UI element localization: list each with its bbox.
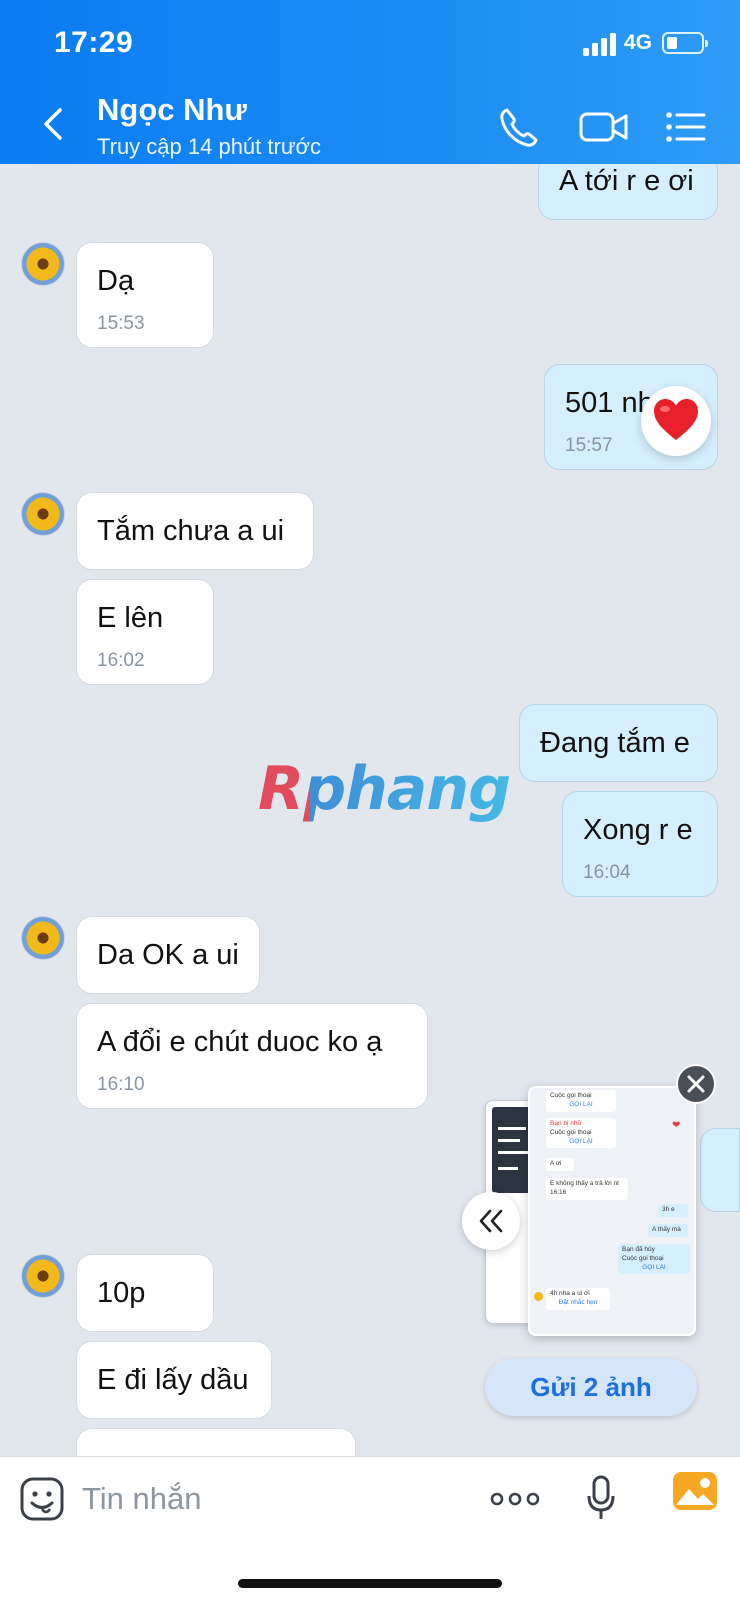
home-indicator xyxy=(238,1579,502,1588)
contact-avatar[interactable] xyxy=(21,1254,65,1298)
send-images-button[interactable]: Gửi 2 ảnh xyxy=(485,1358,697,1416)
video-call-icon[interactable] xyxy=(578,104,630,150)
message-bubble-incoming[interactable] xyxy=(76,1428,356,1456)
message-bubble-incoming[interactable]: A đổi e chút duoc ko ạ 16:10 xyxy=(76,1003,428,1109)
message-bubble-incoming[interactable]: E đi lấy dầu xyxy=(76,1341,272,1419)
watermark-logo: Rphang xyxy=(258,754,511,824)
signal-icon xyxy=(583,32,619,56)
message-input[interactable] xyxy=(82,1475,462,1523)
message-bubble-incoming[interactable]: E lên 16:02 xyxy=(76,579,214,685)
message-bubble-incoming[interactable]: Tắm chưa a ui xyxy=(76,492,314,570)
contact-avatar[interactable] xyxy=(21,242,65,286)
contact-avatar[interactable] xyxy=(21,916,65,960)
microphone-icon[interactable] xyxy=(586,1475,616,1521)
close-icon xyxy=(687,1075,705,1093)
more-options-icon[interactable] xyxy=(490,1489,540,1509)
message-bubble-outgoing[interactable]: Đang tắm e xyxy=(519,704,718,782)
mini-avatar xyxy=(534,1292,543,1301)
message-time: 16:10 xyxy=(97,1074,145,1095)
sticker-icon[interactable] xyxy=(20,1477,64,1521)
double-chevron-left-icon xyxy=(479,1209,503,1233)
contact-avatar[interactable] xyxy=(21,492,65,536)
back-icon[interactable] xyxy=(36,104,72,144)
network-label: 4G xyxy=(624,31,653,54)
menu-list-icon[interactable] xyxy=(664,104,710,150)
message-time: 15:57 xyxy=(565,435,613,456)
message-time: 15:53 xyxy=(97,313,145,334)
message-input-bar xyxy=(0,1456,740,1600)
status-time: 17:29 xyxy=(54,26,134,59)
message-bubble-outgoing-partial xyxy=(700,1128,740,1212)
battery-icon xyxy=(662,32,708,54)
message-bubble-incoming[interactable]: Da OK a ui xyxy=(76,916,260,994)
message-bubble-outgoing[interactable]: A tới r e ơi xyxy=(538,164,718,220)
message-bubble-outgoing[interactable]: Xong r e 16:04 xyxy=(562,791,718,897)
contact-name[interactable]: Ngọc Như xyxy=(97,92,247,128)
close-preview-button[interactable] xyxy=(676,1064,716,1104)
message-time: 16:02 xyxy=(97,650,145,671)
gallery-icon[interactable] xyxy=(672,1471,718,1511)
collapse-preview-button[interactable] xyxy=(462,1192,520,1250)
message-bubble-incoming[interactable]: Dạ 15:53 xyxy=(76,242,214,348)
heart-mini-icon: ❤ xyxy=(672,1120,681,1131)
image-thumbnail-2[interactable]: Cuộc gọi thoại GỌI LẠI ❤ Bạn bị nhỡ Cuộc g… xyxy=(528,1086,696,1336)
heart-reaction-icon[interactable] xyxy=(641,386,711,456)
phone-call-icon[interactable] xyxy=(497,104,543,150)
chat-header: 17:29 4G Ngọc Như Truy cập 14 phút trước xyxy=(0,0,740,164)
contact-status: Truy cập 14 phút trước xyxy=(97,134,321,159)
message-time: 16:04 xyxy=(583,862,631,883)
message-bubble-incoming[interactable]: 10p xyxy=(76,1254,214,1332)
